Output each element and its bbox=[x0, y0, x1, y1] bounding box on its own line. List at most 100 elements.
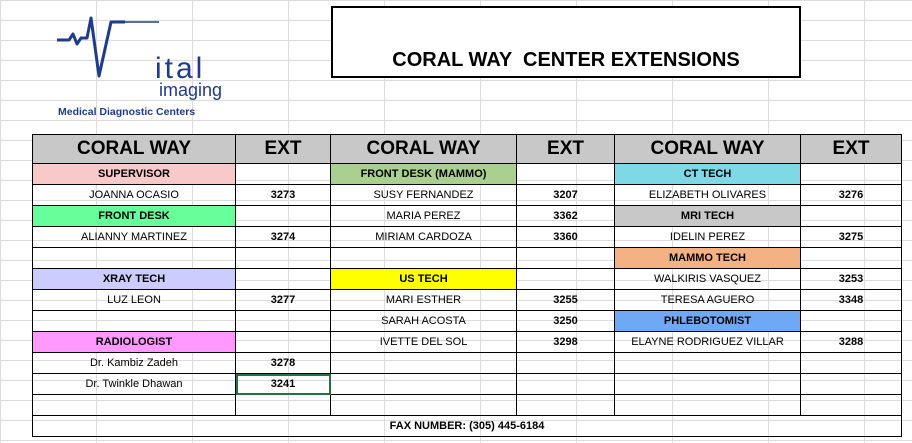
cell-ext[interactable] bbox=[800, 352, 902, 374]
cell-ext[interactable] bbox=[235, 247, 331, 269]
fax-row: FAX NUMBER: (305) 445-6184 bbox=[32, 415, 902, 437]
header-coral-way-2[interactable]: CORAL WAY bbox=[330, 134, 517, 164]
cell-name[interactable] bbox=[330, 373, 517, 395]
cell-ext[interactable]: 3207 bbox=[516, 184, 615, 206]
cell-ext[interactable] bbox=[516, 352, 615, 374]
cell-name[interactable]: ELIZABETH OLIVARES bbox=[614, 184, 801, 206]
cell-name[interactable] bbox=[614, 394, 801, 416]
cell-ext[interactable] bbox=[800, 163, 902, 185]
cell-name[interactable]: JOANNA OCASIO bbox=[32, 184, 236, 206]
cell-name[interactable]: SARAH ACOSTA bbox=[330, 310, 517, 332]
cell-ext[interactable]: 3298 bbox=[516, 331, 615, 353]
table-row: Dr. Twinkle Dhawan 3241 bbox=[32, 373, 902, 395]
logo-brand-word: imaging bbox=[159, 80, 223, 100]
category-us-tech[interactable]: US TECH bbox=[330, 268, 517, 290]
cell-name[interactable]: Dr. Twinkle Dhawan bbox=[32, 373, 236, 395]
header-coral-way-1[interactable]: CORAL WAY bbox=[32, 134, 236, 164]
cell-name[interactable]: MARIA PEREZ bbox=[330, 205, 517, 227]
table-row: FRONT DESK MARIA PEREZ 3362 MRI TECH bbox=[32, 205, 902, 227]
cell-name[interactable]: TERESA AGUERO bbox=[614, 289, 801, 311]
page-title: CORAL WAY CENTER EXTENSIONS bbox=[392, 49, 740, 71]
cell-ext[interactable] bbox=[516, 163, 615, 185]
cell-name[interactable]: Dr. Kambiz Zadeh bbox=[32, 352, 236, 374]
cell-name[interactable] bbox=[330, 394, 517, 416]
table-row: ALIANNY MARTINEZ 3274 MIRIAM CARDOZA 336… bbox=[32, 226, 902, 248]
cell-ext[interactable]: 3250 bbox=[516, 310, 615, 332]
table-row bbox=[32, 394, 902, 416]
cell-ext[interactable]: 3274 bbox=[235, 226, 331, 248]
header-ext-2[interactable]: EXT bbox=[516, 134, 615, 164]
cell-ext[interactable]: 3273 bbox=[235, 184, 331, 206]
header-coral-way-3[interactable]: CORAL WAY bbox=[614, 134, 801, 164]
table-row: MAMMO TECH bbox=[32, 247, 902, 269]
cell-name[interactable] bbox=[32, 310, 236, 332]
cell-ext[interactable]: 3362 bbox=[516, 205, 615, 227]
cell-name[interactable] bbox=[614, 373, 801, 395]
category-phlebotomist[interactable]: PHLEBOTOMIST bbox=[614, 310, 801, 332]
cell-ext[interactable]: 3348 bbox=[800, 289, 902, 311]
cell-name[interactable] bbox=[330, 352, 517, 374]
cell-ext[interactable]: 3276 bbox=[800, 184, 902, 206]
cell-ext[interactable]: 3288 bbox=[800, 331, 902, 353]
cell-ext[interactable] bbox=[235, 268, 331, 290]
category-front-desk-mammo[interactable]: FRONT DESK (MAMMO) bbox=[330, 163, 517, 185]
cell-name[interactable] bbox=[32, 394, 236, 416]
cell-ext[interactable] bbox=[235, 163, 331, 185]
cell-name[interactable]: LUZ LEON bbox=[32, 289, 236, 311]
cell-ext[interactable]: 3253 bbox=[800, 268, 902, 290]
cell-ext[interactable] bbox=[516, 373, 615, 395]
cell-ext[interactable] bbox=[235, 331, 331, 353]
cell-ext[interactable]: 3275 bbox=[800, 226, 902, 248]
cell-name[interactable]: MIRIAM CARDOZA bbox=[330, 226, 517, 248]
table-row: Dr. Kambiz Zadeh 3278 bbox=[32, 352, 902, 374]
category-radiologist[interactable]: RADIOLOGIST bbox=[32, 331, 236, 353]
category-supervisor[interactable]: SUPERVISOR bbox=[32, 163, 236, 185]
selected-cell-ext[interactable]: 3241 bbox=[235, 373, 331, 395]
cell-name[interactable] bbox=[614, 352, 801, 374]
category-mammo-tech[interactable]: MAMMO TECH bbox=[614, 247, 801, 269]
cell-name[interactable]: SUSY FERNANDEZ bbox=[330, 184, 517, 206]
cell-name[interactable]: ALIANNY MARTINEZ bbox=[32, 226, 236, 248]
cell-name[interactable]: IVETTE DEL SOL bbox=[330, 331, 517, 353]
cell-name[interactable] bbox=[330, 247, 517, 269]
cell-ext[interactable] bbox=[800, 394, 902, 416]
fax-number[interactable]: FAX NUMBER: (305) 445-6184 bbox=[32, 415, 902, 437]
cell-ext[interactable]: 3278 bbox=[235, 352, 331, 374]
table-row: XRAY TECH US TECH WALKIRIS VASQUEZ 3253 bbox=[32, 268, 902, 290]
cell-ext[interactable]: 3255 bbox=[516, 289, 615, 311]
header-row: CORAL WAY EXT CORAL WAY EXT CORAL WAY EX… bbox=[32, 134, 902, 164]
extensions-table: CORAL WAY EXT CORAL WAY EXT CORAL WAY EX… bbox=[32, 134, 902, 437]
header-ext-3[interactable]: EXT bbox=[800, 134, 902, 164]
cell-name[interactable]: ELAYNE RODRIGUEZ VILLAR bbox=[614, 331, 801, 353]
table-row: SUPERVISOR FRONT DESK (MAMMO) CT TECH bbox=[32, 163, 902, 185]
table-row: RADIOLOGIST IVETTE DEL SOL 3298 ELAYNE R… bbox=[32, 331, 902, 353]
header-ext-1[interactable]: EXT bbox=[235, 134, 331, 164]
logo-tagline: Medical Diagnostic Centers bbox=[58, 106, 196, 118]
cell-ext[interactable] bbox=[800, 205, 902, 227]
table-row: SARAH ACOSTA 3250 PHLEBOTOMIST bbox=[32, 310, 902, 332]
category-ct-tech[interactable]: CT TECH bbox=[614, 163, 801, 185]
cell-name[interactable] bbox=[32, 247, 236, 269]
title-box[interactable]: CORAL WAY CENTER EXTENSIONS bbox=[331, 6, 801, 78]
cell-ext[interactable] bbox=[516, 394, 615, 416]
table-row: LUZ LEON 3277 MARI ESTHER 3255 TERESA AG… bbox=[32, 289, 902, 311]
cell-ext[interactable]: 3277 bbox=[235, 289, 331, 311]
cell-ext[interactable] bbox=[800, 373, 902, 395]
cell-name[interactable]: MARI ESTHER bbox=[330, 289, 517, 311]
cell-ext[interactable] bbox=[235, 394, 331, 416]
category-xray-tech[interactable]: XRAY TECH bbox=[32, 268, 236, 290]
cell-ext[interactable] bbox=[235, 205, 331, 227]
cell-ext[interactable] bbox=[516, 247, 615, 269]
category-mri-tech[interactable]: MRI TECH bbox=[614, 205, 801, 227]
cell-ext[interactable] bbox=[516, 268, 615, 290]
cell-ext[interactable]: 3360 bbox=[516, 226, 615, 248]
category-front-desk[interactable]: FRONT DESK bbox=[32, 205, 236, 227]
heartbeat-v-icon bbox=[57, 16, 159, 78]
table-row: JOANNA OCASIO 3273 SUSY FERNANDEZ 3207 E… bbox=[32, 184, 902, 206]
cell-name[interactable]: WALKIRIS VASQUEZ bbox=[614, 268, 801, 290]
cell-ext[interactable] bbox=[800, 247, 902, 269]
cell-ext[interactable] bbox=[235, 310, 331, 332]
cell-name[interactable]: IDELIN PEREZ bbox=[614, 226, 801, 248]
cell-ext[interactable] bbox=[800, 310, 902, 332]
vital-imaging-logo: ital imaging Medical Diagnostic Centers bbox=[55, 14, 225, 122]
